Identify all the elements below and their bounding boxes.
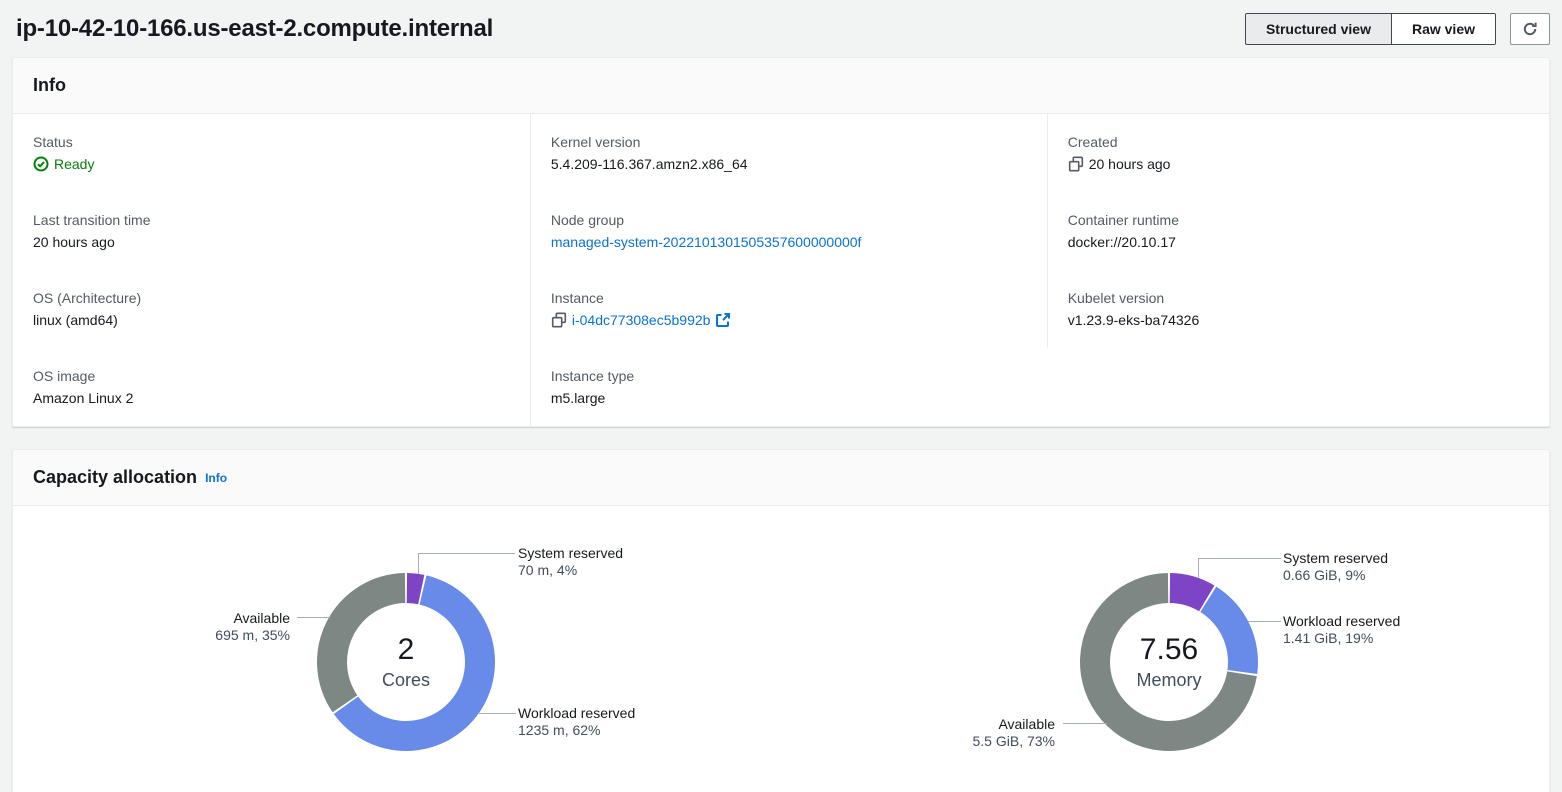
leader-line (1198, 558, 1281, 559)
copy-icon[interactable] (1068, 156, 1084, 172)
info-panel-header: Info (13, 58, 1549, 114)
header-actions: Structured view Raw view (1245, 13, 1550, 45)
status-value: Ready (54, 154, 94, 174)
capacity-info-link[interactable]: Info (205, 471, 227, 485)
leader-line (1248, 621, 1281, 622)
field-instance-type: Instance type m5.large (530, 348, 1047, 426)
leader-line (1063, 723, 1107, 724)
field-label: Node group (551, 210, 1027, 230)
field-node-group: Node group managed-system-20221013015053… (530, 192, 1047, 270)
info-row: OS image Amazon Linux 2 Instance type m5… (13, 348, 1549, 426)
field-os-architecture: OS (Architecture) linux (amd64) (13, 270, 530, 348)
leader-line (1198, 558, 1199, 577)
refresh-icon (1522, 21, 1538, 37)
cpu-donut-svg (317, 573, 495, 751)
capacity-charts: 2 Cores System reserved 70 m, 4% Availab… (13, 506, 1549, 792)
memory-label-workload-reserved: Workload reserved 1.41 GiB, 19% (1283, 613, 1400, 647)
memory-label-system-reserved: System reserved 0.66 GiB, 9% (1283, 550, 1388, 584)
field-last-transition-time: Last transition time 20 hours ago (13, 192, 530, 270)
donut-slice-workload-reserved (1200, 587, 1258, 674)
cpu-donut-chart: 2 Cores (317, 573, 495, 751)
cpu-label-workload-reserved: Workload reserved 1235 m, 62% (518, 705, 635, 739)
field-kernel-version: Kernel version 5.4.209-116.367.amzn2.x86… (530, 114, 1047, 192)
info-row: Status Ready Kernel version 5.4.209-116.… (13, 114, 1549, 192)
field-value: linux (amd64) (33, 310, 510, 330)
cpu-label-available: Available 695 m, 35% (215, 610, 290, 644)
cpu-label-system-reserved: System reserved 70 m, 4% (518, 545, 623, 579)
capacity-panel-title: Capacity allocation (33, 467, 197, 488)
field-label: Kubelet version (1068, 288, 1529, 308)
field-label: OS image (33, 366, 510, 386)
capacity-panel-header: Capacity allocation Info (13, 450, 1549, 506)
field-container-runtime: Container runtime docker://20.10.17 (1047, 192, 1549, 270)
field-value: 5.4.209-116.367.amzn2.x86_64 (551, 154, 1027, 174)
field-value: Amazon Linux 2 (33, 388, 510, 408)
field-kubelet-version: Kubelet version v1.23.9-eks-ba74326 (1047, 270, 1549, 348)
info-panel-title: Info (33, 75, 66, 96)
memory-donut-chart: 7.56 Memory (1080, 573, 1258, 751)
capacity-allocation-panel: Capacity allocation Info 2 Cores System … (12, 449, 1550, 792)
info-panel: Info Status Ready Kernel version 5.4. (12, 57, 1550, 427)
field-value: m5.large (551, 388, 1027, 408)
instance-link[interactable]: i-04dc77308ec5b992b (572, 310, 711, 330)
field-value: 20 hours ago (33, 232, 510, 252)
leader-line (418, 553, 515, 554)
field-label: Status (33, 132, 510, 152)
refresh-button[interactable] (1510, 13, 1550, 45)
leader-line (297, 617, 330, 618)
empty-cell (1047, 348, 1549, 426)
info-row: OS (Architecture) linux (amd64) Instance… (13, 270, 1549, 348)
page-header: ip-10-42-10-166.us-east-2.compute.intern… (0, 0, 1562, 57)
check-circle-icon (33, 156, 49, 172)
field-created: Created 20 hours ago (1047, 114, 1549, 192)
field-label: Created (1068, 132, 1529, 152)
field-label: Instance type (551, 366, 1027, 386)
leader-line (479, 713, 516, 714)
donut-slice-available (317, 573, 405, 712)
page-title: ip-10-42-10-166.us-east-2.compute.intern… (16, 15, 493, 43)
field-status: Status Ready (13, 114, 530, 192)
memory-donut-svg (1080, 573, 1258, 751)
field-label: Kernel version (551, 132, 1027, 152)
raw-view-button[interactable]: Raw view (1391, 14, 1495, 44)
structured-view-button[interactable]: Structured view (1246, 14, 1391, 44)
field-label: Instance (551, 288, 1027, 308)
field-os-image: OS image Amazon Linux 2 (13, 348, 530, 426)
field-label: Last transition time (33, 210, 510, 230)
external-link-icon[interactable] (715, 312, 731, 328)
field-value: 20 hours ago (1089, 154, 1171, 174)
field-label: OS (Architecture) (33, 288, 510, 308)
info-row: Last transition time 20 hours ago Node g… (13, 192, 1549, 270)
info-grid: Status Ready Kernel version 5.4.209-116.… (13, 114, 1549, 426)
memory-label-available: Available 5.5 GiB, 73% (973, 716, 1056, 750)
leader-line (418, 553, 419, 574)
node-group-link[interactable]: managed-system-2022101301505357600000000… (551, 232, 862, 252)
field-value: docker://20.10.17 (1068, 232, 1529, 252)
field-instance: Instance i-04dc77308ec5b992b (530, 270, 1047, 348)
copy-icon[interactable] (551, 312, 567, 328)
field-label: Container runtime (1068, 210, 1529, 230)
field-value: v1.23.9-eks-ba74326 (1068, 310, 1529, 330)
view-toggle: Structured view Raw view (1245, 13, 1496, 45)
